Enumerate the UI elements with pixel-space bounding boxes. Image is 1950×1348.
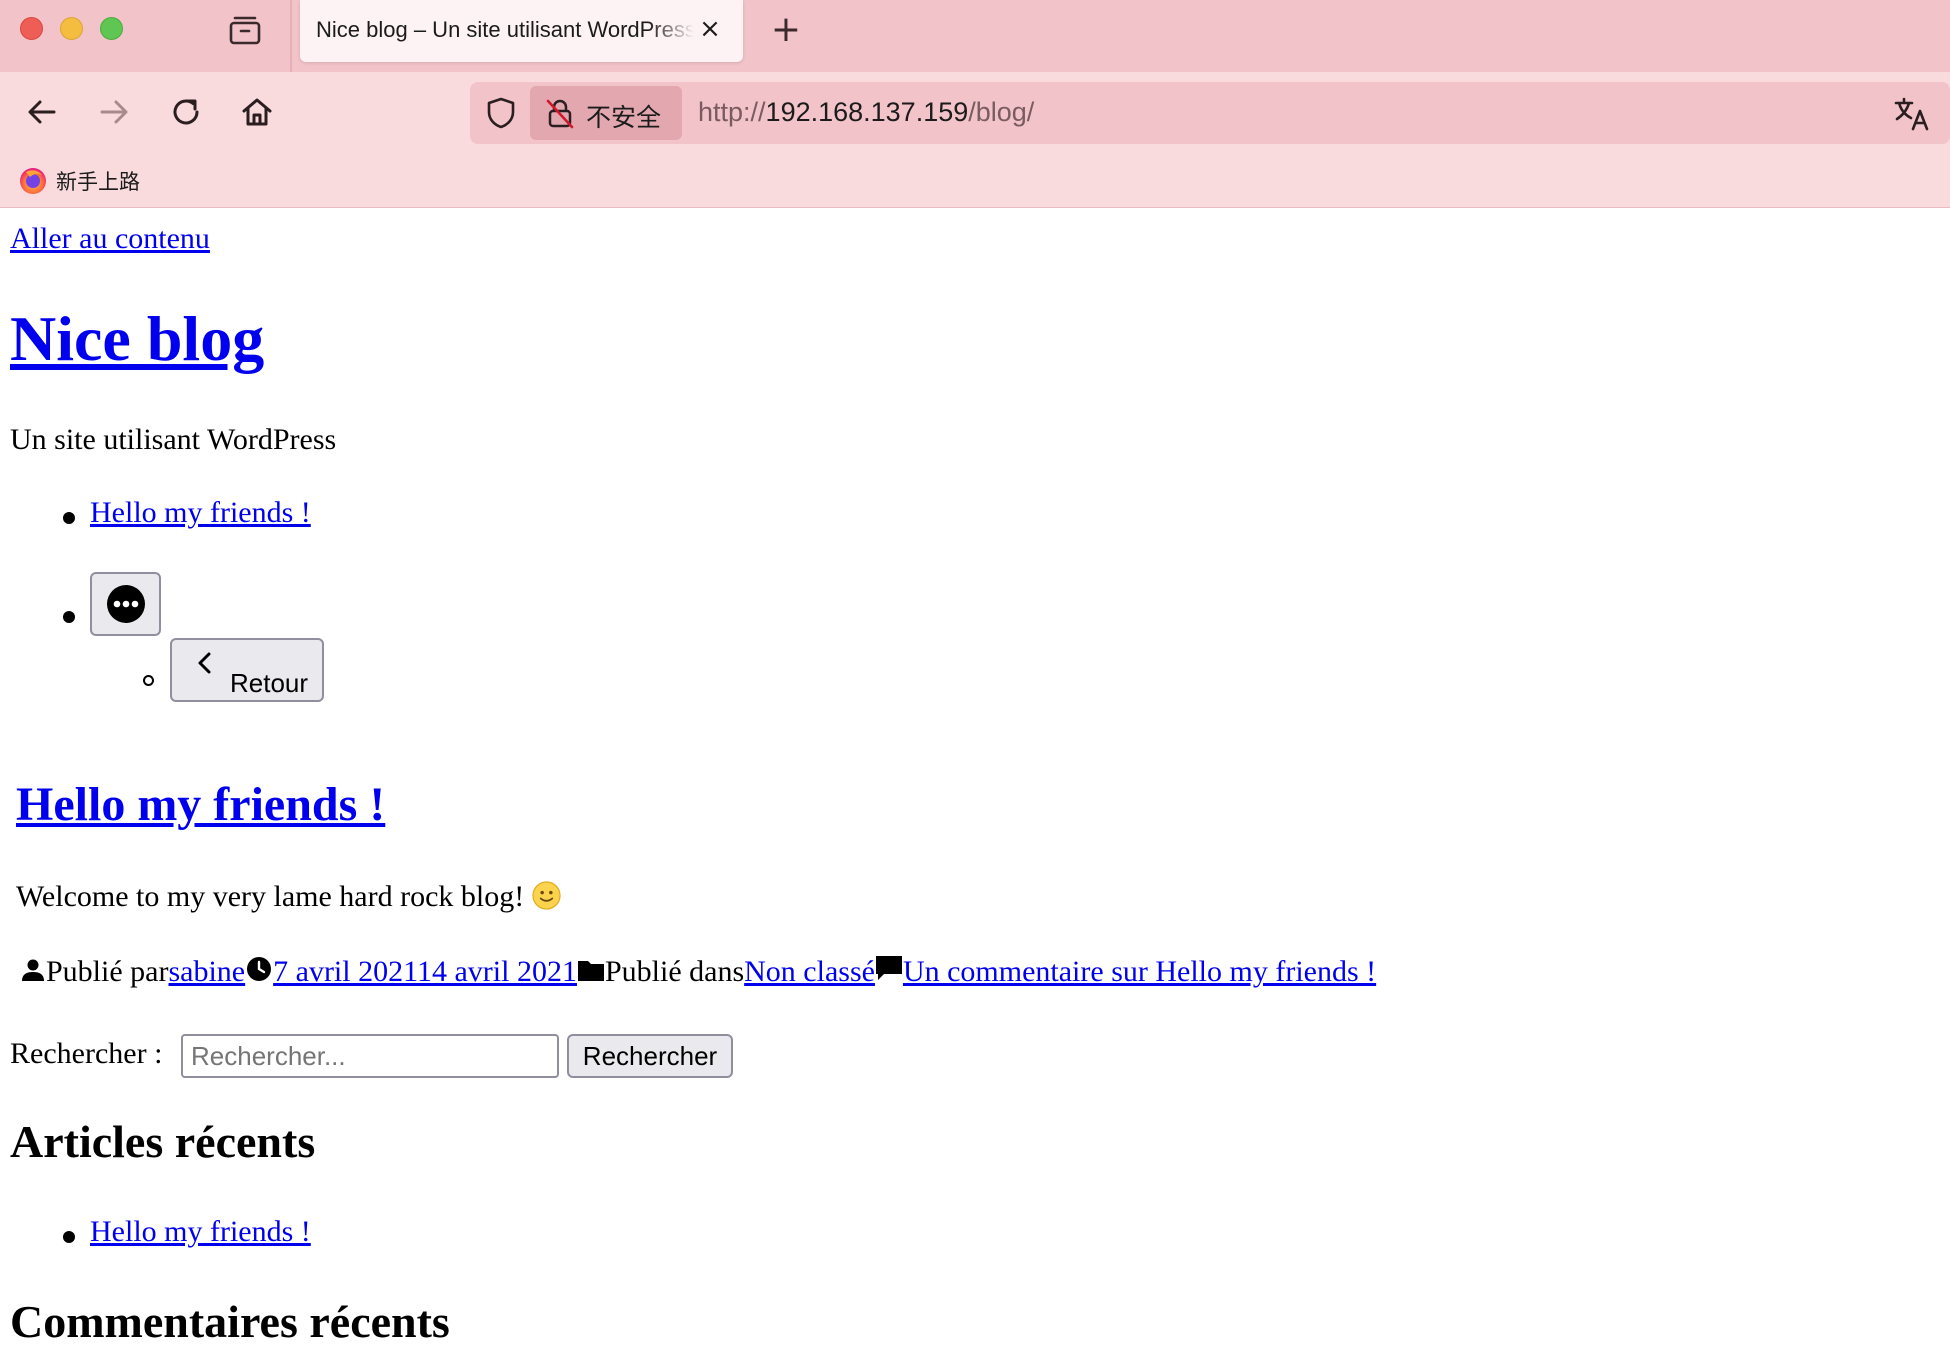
- skip-to-content-link[interactable]: Aller au contenu: [10, 222, 210, 256]
- nav-item-hello-my-friends[interactable]: Hello my friends !: [90, 496, 311, 530]
- comment-icon: [875, 956, 902, 980]
- tab-bar: Nice blog – Un site utilisant WordPress …: [0, 0, 1950, 72]
- tab-close-icon[interactable]: ×: [695, 14, 725, 44]
- published-by-label: Publié par: [46, 955, 169, 988]
- insecure-lock-icon: [546, 99, 574, 129]
- category-link[interactable]: Non classé: [744, 955, 875, 988]
- address-bar[interactable]: 不安全 http://192.168.137.159/blog/: [470, 82, 1950, 144]
- home-icon[interactable]: [237, 92, 277, 132]
- more-horizontal-icon: [107, 585, 145, 623]
- recent-post-link[interactable]: Hello my friends !: [90, 1215, 311, 1249]
- translate-icon[interactable]: [1892, 94, 1932, 134]
- author-icon: [22, 959, 44, 981]
- firefox-icon: [20, 168, 46, 194]
- url-scheme: http://: [698, 97, 766, 127]
- post-excerpt: Welcome to my very lame hard rock blog!: [16, 880, 561, 914]
- bookmarks-bar: 新手上路: [0, 152, 1950, 208]
- list-bullet: [63, 1231, 75, 1243]
- url-text[interactable]: http://192.168.137.159/blog/: [698, 97, 1034, 128]
- search-input[interactable]: [181, 1034, 559, 1078]
- post-date-link[interactable]: 7 avril 202114 avril 2021: [273, 955, 577, 988]
- more-menu-button[interactable]: [90, 572, 161, 636]
- close-window-button[interactable]: [20, 17, 43, 40]
- forward-arrow-icon[interactable]: [94, 92, 134, 132]
- slightly-smiling-face-icon: [532, 881, 561, 910]
- clock-icon: [247, 957, 272, 981]
- back-arrow-icon[interactable]: [22, 92, 62, 132]
- comments-link[interactable]: Un commentaire sur Hello my friends !: [903, 955, 1376, 988]
- list-bullet: [63, 512, 75, 524]
- back-button-label: Retour: [230, 668, 309, 698]
- maximize-window-button[interactable]: [100, 17, 123, 40]
- recent-comments-heading: Commentaires récents: [10, 1296, 450, 1347]
- post-title-link[interactable]: Hello my friends !: [16, 777, 385, 832]
- active-tab[interactable]: Nice blog – Un site utilisant WordPress …: [300, 0, 743, 62]
- search-button[interactable]: Rechercher: [567, 1034, 733, 1078]
- site-description: Un site utilisant WordPress: [10, 423, 337, 456]
- list-bullet: [63, 611, 75, 623]
- new-tab-button[interactable]: +: [768, 10, 804, 50]
- tab-title: Nice blog – Un site utilisant WordPress: [316, 17, 694, 42]
- minimize-window-button[interactable]: [60, 17, 83, 40]
- reload-icon[interactable]: [166, 92, 206, 132]
- tab-overview-icon[interactable]: [228, 14, 262, 46]
- chevron-left-icon: [198, 652, 211, 674]
- url-host: 192.168.137.159: [765, 97, 969, 127]
- navigation-bar: 不安全 http://192.168.137.159/blog/: [0, 72, 1950, 152]
- post-excerpt-text: Welcome to my very lame hard rock blog!: [16, 880, 525, 913]
- post-meta: Publié parsabine 7 avril 202114 avril 20…: [20, 955, 1376, 989]
- list-bullet-circle: [143, 675, 154, 686]
- author-link[interactable]: sabine: [168, 955, 245, 988]
- recent-posts-heading: Articles récents: [10, 1116, 316, 1167]
- back-button[interactable]: Retour: [170, 638, 324, 702]
- tab-separator: [290, 0, 292, 72]
- bookmark-getting-started[interactable]: 新手上路: [56, 166, 140, 196]
- shield-icon[interactable]: [484, 96, 518, 130]
- search-label: Rechercher :: [10, 1037, 163, 1070]
- security-label: 不安全: [586, 103, 662, 132]
- connection-not-secure-badge[interactable]: 不安全: [530, 86, 682, 140]
- published-in-label: Publié dans: [604, 955, 745, 988]
- folder-icon: [577, 961, 604, 981]
- url-path: /blog/: [968, 97, 1035, 127]
- site-title-link[interactable]: Nice blog: [10, 302, 264, 376]
